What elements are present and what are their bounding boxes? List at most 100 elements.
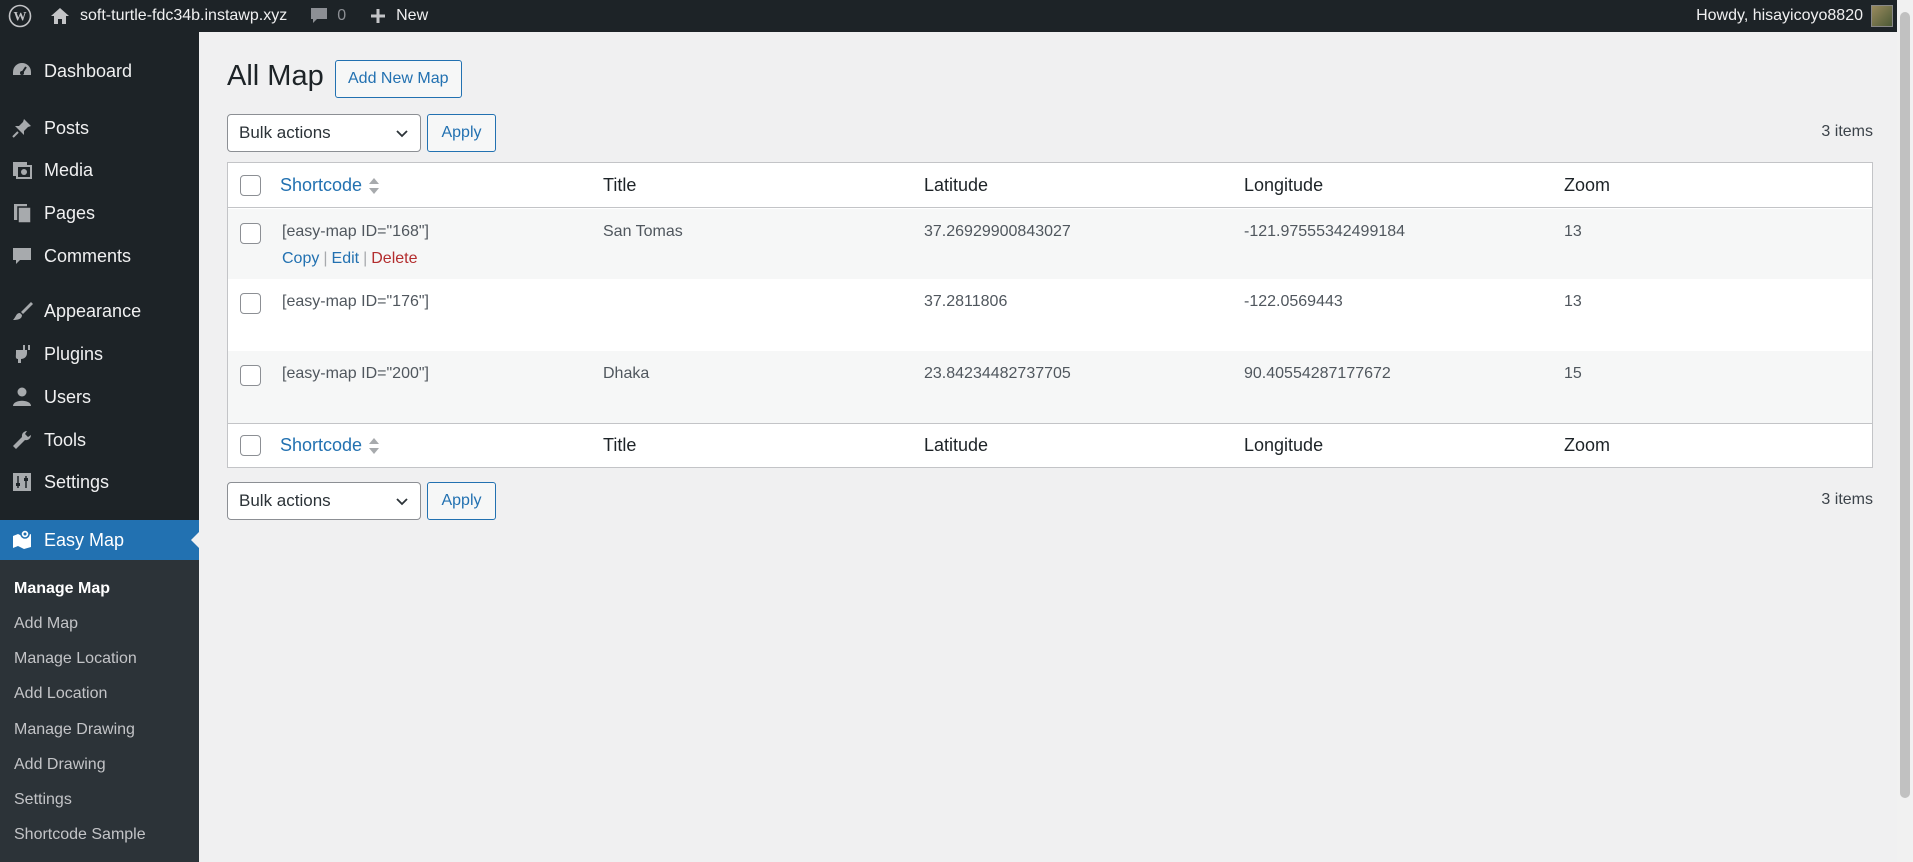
column-footer-title: Title	[603, 435, 637, 455]
sidebar-item-easy-map[interactable]: Easy Map	[0, 520, 199, 560]
latitude-cell: 23.84234482737705	[924, 365, 1071, 382]
submenu-item-manage-location[interactable]: Manage Location	[14, 650, 137, 668]
latitude-cell: 37.2811806	[924, 293, 1008, 310]
sidebar-item-comments[interactable]: Comments	[0, 236, 199, 276]
submenu-item-shortcode-sample[interactable]: Shortcode Sample	[14, 826, 146, 844]
zoom-cell: 15	[1564, 365, 1582, 382]
chevron-down-icon	[394, 493, 410, 509]
admin-bar: W soft-turtle-fdc34b.instawp.xyz 0 New H…	[0, 0, 1897, 32]
items-count: 3 items	[1821, 491, 1873, 508]
column-header-label: Shortcode	[280, 435, 363, 455]
sort-icon	[368, 176, 380, 196]
bulk-actions-value: Bulk actions	[239, 491, 331, 510]
new-content-link[interactable]: New	[356, 0, 438, 32]
sidebar-item-label: Tools	[44, 429, 87, 450]
maps-table: Shortcode Title Latitude Longitude Zoom …	[227, 162, 1873, 468]
map-icon	[10, 528, 34, 552]
table-row: [easy-map ID="176"] 37.2811806 -122.0569…	[228, 279, 1872, 351]
submenu-item-add-drawing[interactable]: Add Drawing	[14, 756, 106, 774]
plus-icon	[366, 4, 390, 28]
my-account-link[interactable]: Howdy, hisayicoyo8820	[1686, 0, 1897, 32]
apply-button[interactable]: Apply	[427, 114, 496, 152]
submenu-item-add-map[interactable]: Add Map	[14, 615, 78, 633]
wordpress-logo-icon: W	[8, 4, 32, 28]
comment-icon	[10, 244, 34, 268]
delete-link[interactable]: Delete	[371, 250, 417, 267]
table-header-row: Shortcode Title Latitude Longitude Zoom	[228, 163, 1872, 208]
zoom-cell: 13	[1564, 223, 1582, 240]
plugin-icon	[10, 342, 34, 366]
comments-link[interactable]: 0	[297, 0, 356, 32]
shortcode-cell: [easy-map ID="200"]	[282, 365, 429, 382]
comment-bubble-icon	[307, 4, 331, 28]
row-checkbox[interactable]	[240, 293, 261, 314]
column-header-label: Shortcode	[280, 175, 363, 195]
site-name-link[interactable]: soft-turtle-fdc34b.instawp.xyz	[38, 0, 297, 32]
column-footer-zoom: Zoom	[1564, 435, 1611, 455]
sidebar-item-media[interactable]: Media	[0, 150, 199, 190]
column-footer-latitude: Latitude	[924, 435, 989, 455]
main-content: All Map Add New Map Bulk actions Apply 3…	[199, 32, 1897, 862]
shortcode-cell: [easy-map ID="168"]	[282, 223, 429, 240]
row-actions: Copy | Edit | Delete	[282, 250, 418, 268]
sliders-icon	[10, 470, 34, 494]
tablenav-bottom: Bulk actions Apply 3 items	[227, 482, 1873, 522]
sidebar-item-pages[interactable]: Pages	[0, 193, 199, 233]
copy-link[interactable]: Copy	[282, 250, 319, 267]
table-row: [easy-map ID="200"] Dhaka 23.84234482737…	[228, 351, 1872, 423]
bulk-actions-select-bottom[interactable]: Bulk actions	[227, 482, 421, 520]
column-footer-longitude: Longitude	[1244, 435, 1324, 455]
select-all-checkbox[interactable]	[240, 175, 261, 196]
column-header-shortcode[interactable]: Shortcode	[280, 175, 380, 196]
scrollbar-thumb[interactable]	[1900, 12, 1910, 798]
svg-text:W: W	[14, 9, 27, 24]
sidebar-item-label: Easy Map	[44, 529, 125, 550]
sidebar-item-label: Comments	[44, 245, 132, 266]
pages-icon	[10, 201, 34, 225]
user-icon	[10, 385, 34, 409]
longitude-cell: 90.40554287177672	[1244, 365, 1391, 382]
vertical-scrollbar[interactable]	[1897, 0, 1913, 862]
sidebar-item-label: Dashboard	[44, 60, 133, 81]
pin-icon	[10, 116, 34, 140]
sort-icon	[368, 436, 380, 456]
submenu-item-manage-map[interactable]: Manage Map	[14, 580, 110, 598]
submenu-item-settings[interactable]: Settings	[14, 791, 72, 809]
column-footer-shortcode[interactable]: Shortcode	[280, 435, 380, 456]
howdy-text: Howdy, hisayicoyo8820	[1696, 7, 1863, 24]
sidebar-item-tools[interactable]: Tools	[0, 420, 199, 460]
wordpress-logo-button[interactable]: W	[0, 0, 38, 32]
sidebar-item-settings[interactable]: Settings	[0, 462, 199, 502]
edit-link[interactable]: Edit	[332, 250, 360, 267]
sidebar-item-users[interactable]: Users	[0, 377, 199, 417]
admin-sidebar: Dashboard Posts Media Pages Comments App…	[0, 32, 199, 862]
sidebar-item-posts[interactable]: Posts	[0, 108, 199, 148]
latitude-cell: 37.26929900843027	[924, 223, 1071, 240]
sidebar-item-label: Posts	[44, 117, 90, 138]
sidebar-item-label: Settings	[44, 471, 110, 492]
wrench-icon	[10, 428, 34, 452]
page-title: All Map	[227, 60, 324, 92]
column-header-latitude: Latitude	[924, 175, 989, 195]
bulk-actions-select[interactable]: Bulk actions	[227, 114, 421, 152]
submenu-item-manage-drawing[interactable]: Manage Drawing	[14, 721, 135, 739]
add-new-map-button[interactable]: Add New Map	[335, 60, 462, 98]
sidebar-item-dashboard[interactable]: Dashboard	[0, 51, 199, 91]
chevron-down-icon	[394, 125, 410, 141]
sidebar-item-appearance[interactable]: Appearance	[0, 291, 199, 331]
home-icon	[48, 4, 72, 28]
submenu-item-add-location[interactable]: Add Location	[14, 685, 107, 703]
apply-button-bottom[interactable]: Apply	[427, 482, 496, 520]
table-footer-row: Shortcode Title Latitude Longitude Zoom	[228, 423, 1872, 467]
sidebar-item-label: Users	[44, 386, 92, 407]
row-checkbox[interactable]	[240, 223, 261, 244]
media-icon	[10, 158, 34, 182]
column-header-longitude: Longitude	[1244, 175, 1324, 195]
items-count: 3 items	[1821, 123, 1873, 140]
longitude-cell: -122.0569443	[1244, 293, 1343, 310]
site-name: soft-turtle-fdc34b.instawp.xyz	[80, 7, 288, 24]
select-all-checkbox-footer[interactable]	[240, 435, 261, 456]
row-checkbox[interactable]	[240, 365, 261, 386]
sidebar-item-plugins[interactable]: Plugins	[0, 334, 199, 374]
row-action-separator: |	[363, 250, 368, 267]
